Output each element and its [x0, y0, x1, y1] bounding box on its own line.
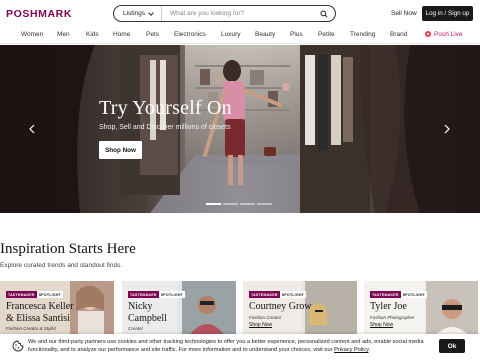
nav-item-brand[interactable]: Brand	[390, 31, 407, 38]
search-category-select[interactable]: Listings	[114, 6, 163, 21]
shop-now-button[interactable]: Shop Now	[99, 141, 142, 159]
tastemaker-badge: TASTEMAKER SPOTLIGHT	[370, 291, 428, 298]
card-role: Fashion Photographer	[370, 315, 415, 320]
hero-closet-image	[0, 45, 480, 213]
carousel-dot[interactable]	[240, 203, 255, 205]
card-role: Creator	[128, 326, 144, 331]
inspiration-subtitle: Explore curated trends and standout find…	[0, 262, 123, 269]
login-signup-button[interactable]: Log in / Sign up	[422, 6, 473, 21]
cookie-icon	[12, 340, 24, 352]
card-name: Courtney Grow	[249, 301, 312, 312]
nav-item-trending[interactable]: Trending	[350, 31, 375, 38]
search-category-label: Listings	[123, 10, 146, 17]
tastemaker-badge: TASTEMAKER SPOTLIGHT	[249, 291, 307, 298]
nav-item-plus[interactable]: Plus	[290, 31, 303, 38]
sell-now-link[interactable]: Sell Now	[391, 10, 417, 17]
carousel-dot[interactable]	[223, 203, 238, 205]
poshmark-logo[interactable]: POSHMARK	[6, 8, 72, 20]
nav-item-electronics[interactable]: Electronics	[174, 31, 206, 38]
hero-carousel: Try Yourself On Shop, Sell and Discover …	[0, 45, 480, 213]
nav-item-beauty[interactable]: Beauty	[255, 31, 275, 38]
chevron-down-icon	[148, 9, 154, 16]
search-bar: Listings	[113, 5, 336, 22]
privacy-policy-link[interactable]: Privacy Policy	[334, 347, 368, 353]
nav-item-men[interactable]: Men	[57, 31, 70, 38]
card-name: Tyler Joe	[370, 301, 407, 312]
card-name: Nicky Campbell	[128, 301, 167, 324]
carousel-dot[interactable]	[257, 203, 272, 205]
card-role: Fashion Creator	[249, 315, 282, 320]
cookie-ok-button[interactable]: Ok	[439, 339, 465, 353]
tastemaker-badge: TASTEMAKER SPOTLIGHT	[128, 291, 186, 298]
hero-title: Try Yourself On	[99, 97, 232, 119]
hero-subtitle: Shop, Sell and Discover millions of clos…	[99, 124, 231, 131]
search-input[interactable]	[162, 6, 317, 21]
live-icon	[425, 31, 431, 37]
nav-item-petite[interactable]: Petite	[318, 31, 335, 38]
nav-item-posh-live[interactable]: Posh Live	[425, 31, 463, 38]
cookie-text: We and our third-party partners use cook…	[28, 339, 424, 353]
nav-item-kids[interactable]: Kids	[86, 31, 99, 38]
carousel-indicators	[206, 203, 272, 205]
tastemaker-cards: TASTEMAKER SPOTLIGHT Francesca Keller & El…	[0, 281, 480, 337]
nav-item-luxury[interactable]: Luxury	[221, 31, 241, 38]
tastemaker-card[interactable]: TASTEMAKER SPOTLIGHT Tyler Joe Fashion Ph…	[364, 281, 478, 337]
posh-live-label: Posh Live	[434, 31, 463, 38]
card-name: Francesca Keller & Elissa Santisi	[6, 301, 74, 324]
tastemaker-card[interactable]: TASTEMAKER SPOTLIGHT Courtney Grow Fashio…	[243, 281, 357, 337]
search-icon[interactable]	[317, 7, 331, 21]
tastemaker-card[interactable]: TASTEMAKER SPOTLIGHT Francesca Keller & El…	[0, 281, 114, 337]
shop-now-link[interactable]: Shop Now	[370, 322, 393, 328]
cookie-banner: We and our third-party partners use cook…	[0, 334, 480, 360]
nav-item-women[interactable]: Women	[21, 31, 43, 38]
shop-now-link[interactable]: Shop Now	[249, 322, 272, 328]
card-role: Fashion Creator & Stylist	[6, 326, 56, 331]
tastemaker-card[interactable]: TASTEMAKER SPOTLIGHT Nicky Campbell Creato…	[122, 281, 236, 337]
nav-item-pets[interactable]: Pets	[146, 31, 159, 38]
inspiration-title: Inspiration Starts Here	[0, 241, 136, 257]
carousel-prev-button[interactable]	[27, 123, 37, 135]
chevron-left-icon	[29, 124, 35, 134]
nav-item-home[interactable]: Home	[113, 31, 130, 38]
site-header: POSHMARK Listings Sell Now Log in / Sign…	[0, 0, 480, 28]
category-nav: Women Men Kids Home Pets Electronics Lux…	[0, 28, 480, 44]
tastemaker-badge: TASTEMAKER SPOTLIGHT	[6, 291, 64, 298]
chevron-right-icon	[444, 124, 450, 134]
carousel-next-button[interactable]	[442, 123, 452, 135]
carousel-dot[interactable]	[206, 203, 221, 205]
